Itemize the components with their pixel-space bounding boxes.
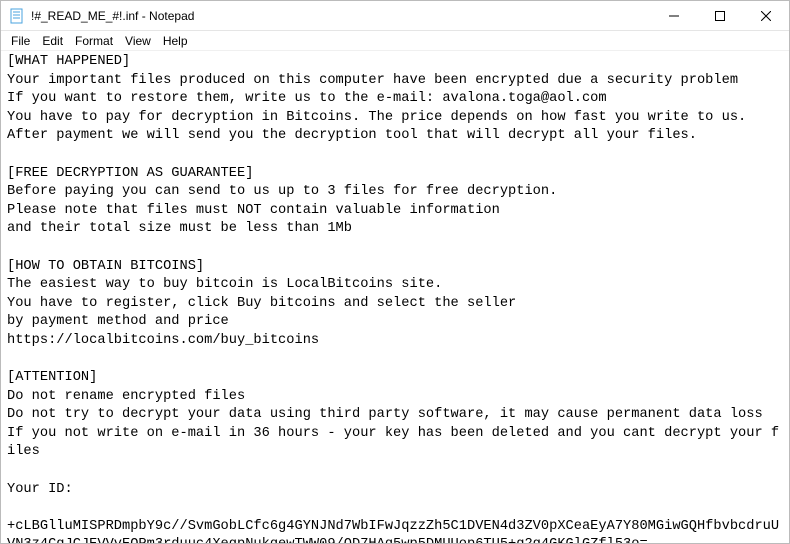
menu-format[interactable]: Format: [69, 33, 119, 49]
window-controls: [651, 1, 789, 30]
menu-view[interactable]: View: [119, 33, 157, 49]
text-area[interactable]: [WHAT HAPPENED] Your important files pro…: [1, 51, 789, 543]
titlebar: !#_READ_ME_#!.inf - Notepad: [1, 1, 789, 31]
close-button[interactable]: [743, 1, 789, 31]
menu-edit[interactable]: Edit: [36, 33, 69, 49]
maximize-button[interactable]: [697, 1, 743, 31]
menu-file[interactable]: File: [5, 33, 36, 49]
notepad-window: !#_READ_ME_#!.inf - Notepad File Edit Fo…: [0, 0, 790, 544]
menubar: File Edit Format View Help: [1, 31, 789, 51]
minimize-button[interactable]: [651, 1, 697, 31]
window-title: !#_READ_ME_#!.inf - Notepad: [31, 9, 651, 23]
notepad-icon: [9, 8, 25, 24]
menu-help[interactable]: Help: [157, 33, 194, 49]
